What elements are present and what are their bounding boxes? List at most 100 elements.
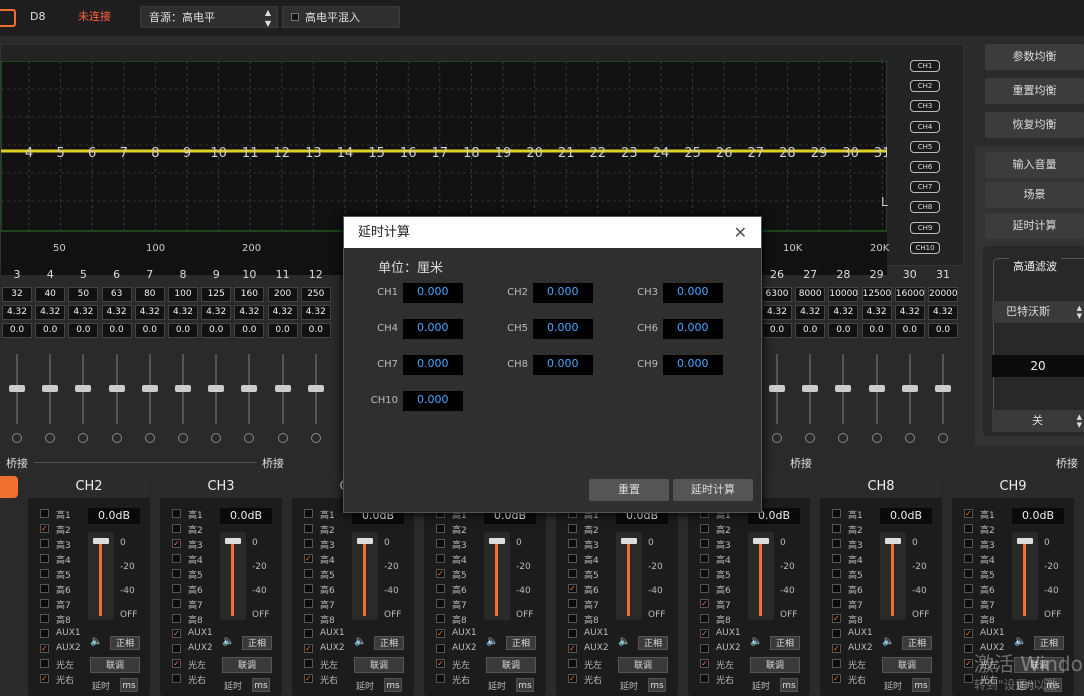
band-freq[interactable]: 250 — [300, 287, 331, 302]
input-checkbox[interactable] — [568, 539, 577, 548]
band-fader[interactable] — [9, 354, 25, 424]
band-reset-dot[interactable] — [871, 433, 882, 443]
band-freq[interactable]: 10000 — [828, 287, 859, 302]
band-q[interactable]: 4.32 — [101, 305, 132, 320]
db-readout[interactable]: 0.0dB — [1012, 508, 1064, 524]
band-q[interactable]: 4.32 — [267, 305, 298, 320]
band-reset-dot[interactable] — [805, 433, 816, 443]
band-reset-dot[interactable] — [838, 433, 849, 443]
input-checkbox[interactable] — [40, 614, 49, 623]
delay-unit[interactable]: ms — [780, 678, 798, 692]
band-fader[interactable] — [208, 354, 225, 424]
channel-tag-ch5[interactable]: CH5 — [910, 140, 940, 153]
strip-title[interactable]: CH8 — [820, 476, 942, 498]
input-checkbox[interactable] — [832, 539, 841, 548]
band-freq[interactable]: 160 — [234, 287, 265, 302]
field-input-ch6[interactable]: 0.000 — [663, 319, 723, 339]
field-input-ch2[interactable]: 0.000 — [533, 283, 593, 303]
band-fader[interactable] — [901, 354, 918, 424]
fader-knob[interactable] — [9, 385, 25, 392]
input-checkbox[interactable]: ✓ — [40, 524, 49, 533]
band-q[interactable]: 4.32 — [35, 305, 66, 320]
band-gain[interactable]: 0.0 — [861, 323, 892, 338]
input-checkbox[interactable] — [304, 584, 313, 593]
db-readout[interactable]: 0.0dB — [88, 508, 140, 524]
restore-eq-button[interactable]: 恢复均衡 — [985, 112, 1084, 138]
band-gain[interactable]: 0.0 — [300, 323, 331, 338]
input-checkbox[interactable] — [436, 614, 445, 623]
input-checkbox[interactable] — [832, 509, 841, 518]
link-button[interactable]: 联调 — [882, 657, 932, 673]
fader-knob[interactable] — [357, 538, 373, 544]
channel-tag-ch4[interactable]: CH4 — [910, 120, 940, 133]
input-checkbox[interactable] — [40, 539, 49, 548]
band-fader[interactable] — [274, 354, 291, 424]
band-fader[interactable] — [241, 354, 258, 424]
input-checkbox[interactable] — [436, 554, 445, 563]
input-checkbox[interactable]: ✓ — [964, 629, 973, 638]
channel-tag-ch3[interactable]: CH3 — [910, 100, 940, 113]
input-checkbox[interactable] — [304, 509, 313, 518]
band-q[interactable]: 4.32 — [234, 305, 265, 320]
band-reset-dot[interactable] — [938, 433, 948, 443]
fader-knob[interactable] — [885, 538, 901, 544]
input-checkbox[interactable]: ✓ — [964, 509, 973, 518]
fader-knob[interactable] — [868, 385, 885, 392]
band-fader[interactable] — [108, 354, 125, 424]
link-button[interactable]: 联调 — [750, 657, 800, 673]
band-reset-dot[interactable] — [45, 433, 56, 443]
input-volume-button[interactable]: 输入音量 — [985, 152, 1084, 178]
band-reset-dot[interactable] — [178, 433, 188, 443]
input-checkbox[interactable] — [40, 554, 49, 563]
device-tab[interactable]: D8 — [22, 6, 53, 28]
channel-tag-ch2[interactable]: CH2 — [910, 80, 940, 93]
input-checkbox[interactable] — [700, 524, 709, 533]
input-checkbox[interactable] — [964, 569, 973, 578]
band-freq[interactable]: 8000 — [795, 287, 826, 302]
polarity-button[interactable]: 正相 — [770, 636, 800, 650]
polarity-button[interactable]: 正相 — [242, 636, 272, 650]
band-gain[interactable]: 0.0 — [201, 323, 232, 338]
input-checkbox[interactable] — [40, 569, 49, 578]
close-icon[interactable]: ✕ — [734, 217, 747, 248]
link-button[interactable]: 联调 — [354, 657, 404, 673]
polarity-button[interactable]: 正相 — [902, 636, 932, 650]
band-gain[interactable]: 0.0 — [234, 323, 265, 338]
input-checkbox[interactable] — [568, 614, 577, 623]
band-gain[interactable]: 0.0 — [101, 323, 132, 338]
input-checkbox[interactable]: ✓ — [832, 644, 841, 653]
input-checkbox[interactable]: ✓ — [304, 554, 313, 563]
band-reset-dot[interactable] — [211, 433, 222, 443]
field-input-ch5[interactable]: 0.000 — [533, 319, 593, 339]
input-checkbox[interactable]: ✓ — [40, 674, 49, 683]
fader-knob[interactable] — [108, 385, 125, 392]
volume-fader[interactable] — [748, 532, 774, 620]
input-checkbox[interactable]: ✓ — [700, 629, 709, 638]
fader-knob[interactable] — [901, 385, 918, 392]
fader-knob[interactable] — [175, 385, 191, 392]
input-checkbox[interactable] — [172, 569, 181, 578]
input-checkbox[interactable] — [832, 524, 841, 533]
input-checkbox[interactable] — [964, 524, 973, 533]
input-checkbox[interactable] — [700, 644, 709, 653]
hpf-slope-value[interactable]: 20 — [992, 355, 1084, 377]
input-checkbox[interactable] — [964, 554, 973, 563]
input-checkbox[interactable]: ✓ — [436, 569, 445, 578]
input-checkbox[interactable]: ✓ — [832, 614, 841, 623]
input-checkbox[interactable] — [172, 614, 181, 623]
input-checkbox[interactable] — [436, 674, 445, 683]
band-gain[interactable]: 0.0 — [894, 323, 925, 338]
band-gain[interactable]: 0.0 — [928, 323, 958, 338]
band-q[interactable]: 4.32 — [828, 305, 859, 320]
band-reset-dot[interactable] — [310, 433, 321, 443]
input-checkbox[interactable] — [304, 524, 313, 533]
delay-calc-button[interactable]: 延时计算 — [985, 213, 1084, 239]
input-checkbox[interactable]: ✓ — [436, 629, 445, 638]
fader-knob[interactable] — [208, 385, 225, 392]
band-fader[interactable] — [141, 354, 158, 424]
param-eq-button[interactable]: 参数均衡 — [985, 44, 1084, 70]
mute-icon[interactable]: 🔈 — [618, 636, 630, 647]
strip-title[interactable]: CH3 — [160, 476, 282, 498]
field-input-ch7[interactable]: 0.000 — [403, 355, 463, 375]
input-checkbox[interactable] — [832, 584, 841, 593]
